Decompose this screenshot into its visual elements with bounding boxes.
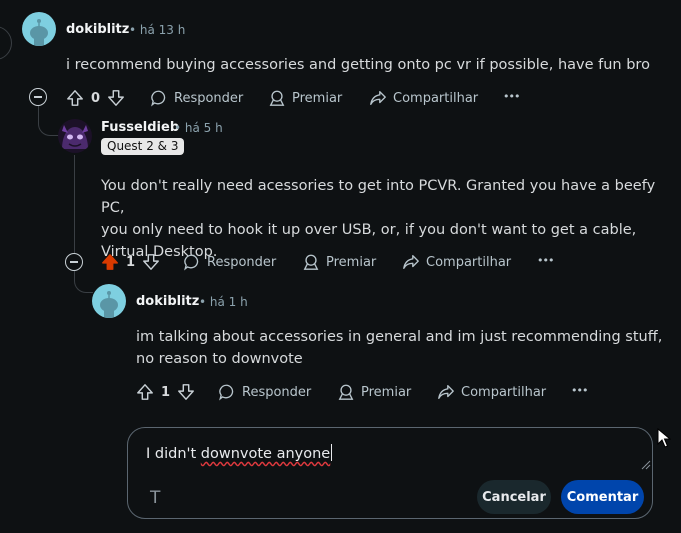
thread-line bbox=[74, 155, 75, 255]
award-icon bbox=[338, 384, 354, 400]
text-caret bbox=[331, 444, 333, 461]
award-button[interactable]: Premiar bbox=[302, 250, 376, 274]
comment-author[interactable]: dokiblitz bbox=[66, 22, 129, 37]
speech-bubble-icon bbox=[151, 90, 166, 107]
downvote-icon[interactable] bbox=[142, 253, 160, 271]
comment-line: You don't really need acessories to get … bbox=[101, 178, 656, 216]
share-icon bbox=[438, 385, 454, 399]
comment-author[interactable]: dokiblitz bbox=[136, 294, 199, 309]
comment-timestamp[interactable]: • há 1 h bbox=[199, 295, 248, 309]
vote-count: 0 bbox=[91, 90, 101, 106]
reply-label: Responder bbox=[242, 384, 312, 400]
more-options-button[interactable]: ••• bbox=[537, 248, 554, 272]
upvote-icon[interactable] bbox=[66, 89, 84, 107]
share-icon bbox=[370, 91, 386, 105]
share-button[interactable]: Compartilhar bbox=[369, 86, 478, 110]
vote-bar: 1 bbox=[101, 250, 160, 274]
share-icon bbox=[403, 255, 419, 269]
reply-label: Responder bbox=[207, 254, 277, 270]
resize-handle-icon[interactable] bbox=[641, 460, 651, 470]
avatar[interactable] bbox=[22, 12, 56, 46]
award-button[interactable]: Premiar bbox=[337, 380, 411, 404]
comment-line: you only need to hook it up over USB, or… bbox=[101, 222, 637, 238]
user-flair: Quest 2 & 3 bbox=[101, 138, 185, 155]
thread-connector bbox=[74, 268, 93, 293]
comment-line: im talking about accessories in general … bbox=[136, 329, 663, 345]
downvote-icon[interactable] bbox=[107, 89, 125, 107]
comment-line: no reason to downvote bbox=[136, 351, 303, 367]
thread-connector bbox=[38, 115, 59, 136]
award-label: Premiar bbox=[292, 90, 343, 106]
award-icon bbox=[269, 90, 285, 106]
formatting-toggle-icon[interactable]: T bbox=[150, 488, 160, 508]
cancel-button[interactable]: Cancelar bbox=[477, 480, 551, 514]
more-options-icon: ••• bbox=[571, 383, 588, 397]
downvote-icon[interactable] bbox=[177, 383, 195, 401]
award-label: Premiar bbox=[361, 384, 412, 400]
vote-count: 1 bbox=[161, 384, 171, 400]
reply-text-misspelled: downvote anyone bbox=[200, 446, 331, 462]
vote-bar: 0 bbox=[66, 86, 125, 110]
speech-bubble-icon bbox=[219, 384, 234, 401]
reply-composer[interactable]: I didn't downvote anyone T Cancelar Come… bbox=[127, 427, 653, 519]
vote-bar: 1 bbox=[136, 380, 195, 404]
reply-button[interactable]: Responder bbox=[218, 380, 311, 404]
comment-timestamp[interactable]: • há 5 h bbox=[174, 121, 223, 135]
share-label: Compartilhar bbox=[393, 90, 479, 106]
more-options-button[interactable]: ••• bbox=[503, 84, 520, 108]
upvote-icon[interactable] bbox=[101, 253, 119, 271]
reply-button[interactable]: Responder bbox=[183, 250, 276, 274]
reply-label: Responder bbox=[174, 90, 244, 106]
collapse-button[interactable] bbox=[65, 253, 83, 271]
share-label: Compartilhar bbox=[426, 254, 512, 270]
more-options-icon: ••• bbox=[537, 253, 554, 267]
upvote-icon[interactable] bbox=[136, 383, 154, 401]
vote-count: 1 bbox=[126, 254, 136, 270]
comment-body: i recommend buying accessories and getti… bbox=[66, 57, 650, 73]
creature-avatar-icon bbox=[62, 125, 88, 149]
award-label: Premiar bbox=[326, 254, 377, 270]
snoo-avatar-icon bbox=[100, 291, 118, 318]
avatar[interactable] bbox=[58, 119, 92, 153]
reply-input[interactable]: I didn't downvote anyone bbox=[146, 444, 333, 462]
comment-body: im talking about accessories in general … bbox=[136, 326, 662, 370]
reply-text-plain: I didn't bbox=[146, 446, 201, 462]
comment-timestamp[interactable]: • há 13 h bbox=[129, 23, 185, 37]
share-button[interactable]: Compartilhar bbox=[437, 380, 546, 404]
collapse-button[interactable] bbox=[29, 88, 47, 106]
reply-button[interactable]: Responder bbox=[150, 86, 243, 110]
mouse-cursor-icon bbox=[657, 428, 671, 448]
award-icon bbox=[303, 254, 319, 270]
more-options-icon: ••• bbox=[503, 89, 520, 103]
snoo-avatar-icon bbox=[30, 19, 48, 46]
avatar[interactable] bbox=[92, 284, 126, 318]
submit-comment-button[interactable]: Comentar bbox=[561, 480, 644, 514]
speech-bubble-icon bbox=[184, 254, 199, 271]
comment-author[interactable]: Fusseldieb bbox=[101, 120, 179, 135]
share-button[interactable]: Compartilhar bbox=[402, 250, 511, 274]
share-label: Compartilhar bbox=[461, 384, 547, 400]
parent-thread-marker bbox=[0, 26, 12, 60]
award-button[interactable]: Premiar bbox=[268, 86, 342, 110]
more-options-button[interactable]: ••• bbox=[571, 378, 588, 402]
